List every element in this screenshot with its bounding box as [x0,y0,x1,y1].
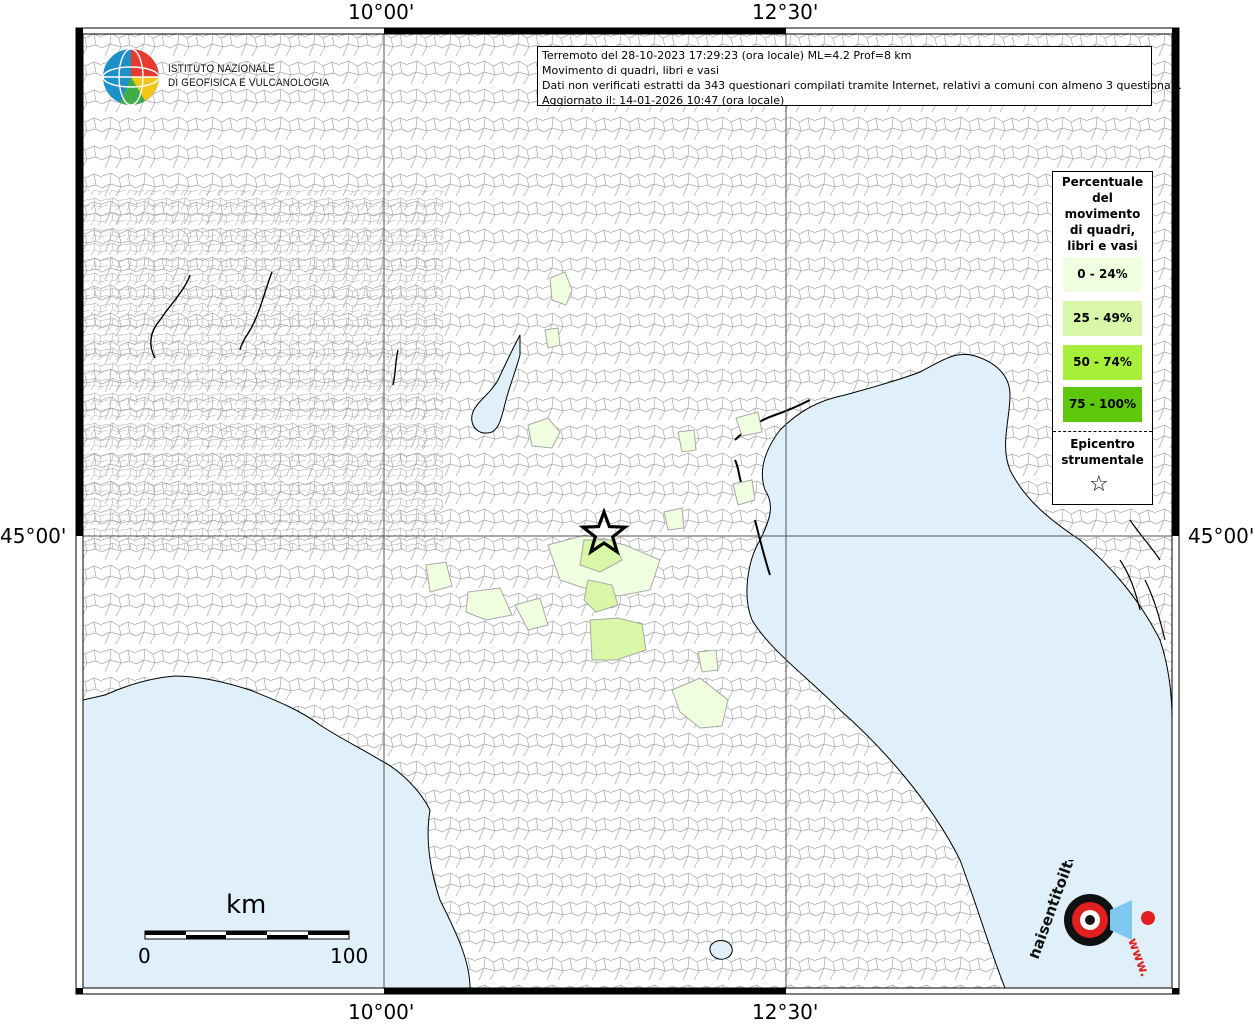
ingv-logo-text: ISTITUTO NAZIONALE DI GEOFISICA E VULCAN… [168,63,330,89]
lat-label-right: 45°00' [1188,524,1255,548]
map-subject: Movimento di quadri, libri e vasi [542,64,720,77]
lon-label-bottom-1: 10°00' [348,1000,415,1024]
legend-title: Percentuale del movimento di quadri, lib… [1061,175,1144,253]
legend-divider [1053,431,1152,432]
event-title: Terremoto del 28-10-2023 17:29:23 (ora l… [542,49,912,62]
star-outline-icon: ☆ [1089,472,1109,497]
ingv-globe-icon [102,48,160,106]
data-note: Dati non verificati estratti da 343 ques… [542,79,1182,92]
haisentito-logo-icon: haisentitoilterremoto.it www. [1030,860,1155,979]
scale-min: 0 [138,944,151,968]
scale-max: 100 [330,944,369,968]
legend-epicenter-label: Epicentro strumentale [1061,437,1144,467]
lon-label-top-2: 12°30' [752,0,819,24]
update-date: Aggiornato il: 14-01-2026 10:47 (ora loc… [542,94,785,107]
lake-trasimeno [709,940,733,960]
lat-label-left: 45°00' [0,524,67,548]
legend-class-75-100: 75 - 100% [1063,387,1142,422]
legend: Percentuale del movimento di quadri, lib… [1052,171,1153,505]
legend-class-25-49: 25 - 49% [1063,301,1142,336]
scale-unit: km [226,890,267,920]
scale-bar [144,930,350,940]
legend-class-50-74: 50 - 74% [1063,345,1142,380]
svg-text:www.: www. [1124,936,1152,979]
legend-class-0-24: 0 - 24% [1063,257,1142,292]
event-info-box: Terremoto del 28-10-2023 17:29:23 (ora l… [537,46,1182,107]
lon-label-bottom-2: 12°30' [752,1000,819,1024]
lon-label-top-1: 10°00' [348,0,415,24]
